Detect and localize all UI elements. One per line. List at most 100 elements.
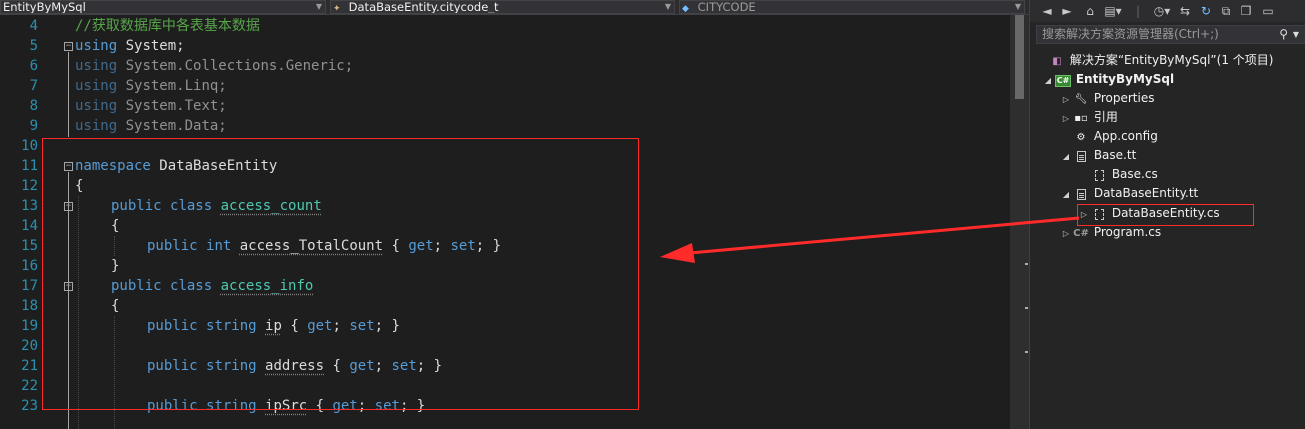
expanded-arrow-icon[interactable]: ◢ (1060, 185, 1072, 204)
references-icon: ▪▫ (1074, 113, 1088, 124)
code-line: using System.Text; (75, 96, 227, 116)
magnifier-icon[interactable]: ⚲ (1279, 26, 1288, 43)
tree-item-label: Base.cs (1111, 167, 1158, 181)
chevron-down-icon: ▼ (664, 2, 671, 11)
annotation-selection-box (1077, 204, 1254, 226)
tree-item-references[interactable]: ▷ ▪▫ 引用 (1060, 108, 1118, 127)
expanded-arrow-icon[interactable]: ◢ (1042, 71, 1054, 90)
scroll-marker (1025, 351, 1028, 353)
collapsed-arrow-icon[interactable]: ▷ (1060, 224, 1072, 243)
tree-item-base-cs[interactable]: Base.cs (1078, 165, 1158, 184)
namespace-ref: System.Text; (125, 98, 227, 114)
outline-line (68, 52, 69, 137)
pending-changes-filter-icon[interactable]: ◷▾ (1151, 3, 1173, 19)
line-number: 19 (21, 318, 38, 334)
line-number: 7 (29, 78, 38, 94)
line-number: 16 (21, 258, 38, 274)
keyword: using (75, 118, 118, 134)
forward-icon[interactable]: ► (1060, 3, 1074, 19)
line-number: 10 (21, 138, 38, 154)
line-number: 22 (21, 378, 38, 394)
code-line: using System.Linq; (75, 76, 227, 96)
line-number: 21 (21, 358, 38, 374)
code-comment: //获取数据库中各表基本数据 (75, 18, 260, 34)
scrollbar-thumb[interactable] (1015, 15, 1024, 99)
namespace-ref: System; (125, 38, 185, 54)
tree-item-properties[interactable]: ▷ 🔧︎ Properties (1060, 89, 1155, 109)
namespace-ref: System.Data; (125, 118, 227, 134)
field-icon: ◆ (682, 4, 689, 14)
tree-item-label: Properties (1093, 91, 1155, 105)
line-number: 11 (21, 158, 38, 174)
code-line: using System; (75, 36, 185, 56)
code-line: using System.Data; (75, 116, 227, 136)
expanded-arrow-icon[interactable]: ◢ (1060, 147, 1072, 166)
type-dropdown-label: DataBaseEntity.citycode_t (348, 0, 499, 14)
search-placeholder: 搜索解决方案资源管理器(Ctrl+;) (1042, 27, 1219, 41)
scroll-marker (1025, 263, 1028, 265)
line-number: 6 (29, 58, 38, 74)
collapse-region-icon[interactable]: − (64, 42, 73, 51)
line-number: 5 (29, 38, 38, 54)
namespace-ref: System.Linq; (125, 78, 227, 94)
class-icon: ✦ (333, 4, 341, 14)
collapse-all-icon[interactable]: ⧉ (1218, 3, 1234, 19)
template-file-icon (1072, 147, 1090, 166)
tree-item-label: Base.tt (1093, 148, 1137, 162)
solution-explorer-toolbar: ◄ ► ⌂ ▤▾ | ◷▾ ⇆ ↻ ⧉ ❐ ▭ (1030, 0, 1305, 22)
type-dropdown[interactable]: ✦ DataBaseEntity.citycode_t ▼ (330, 0, 675, 14)
tree-item-app-config[interactable]: ⚙ App.config (1060, 127, 1158, 146)
refresh-icon[interactable]: ↻ (1198, 3, 1214, 19)
wrench-icon: 🔧︎ (1074, 94, 1088, 105)
switch-views-icon[interactable]: ▤▾ (1103, 3, 1123, 19)
tree-item-label: Program.cs (1093, 225, 1162, 239)
tree-item-project[interactable]: ◢ C# EntityByMySql (1042, 70, 1174, 89)
tree-item-label: EntityByMySql (1075, 72, 1175, 86)
tree-item-database-entity-tt[interactable]: ◢ DataBaseEntity.tt (1060, 184, 1198, 203)
line-number: 15 (21, 238, 38, 254)
editor-vertical-scrollbar[interactable] (1010, 15, 1029, 429)
line-number: 8 (29, 98, 38, 114)
keyword: using (75, 98, 118, 114)
chevron-down-icon: ▼ (315, 2, 322, 11)
template-file-icon (1072, 185, 1090, 204)
chevron-down-icon: ▼ (1014, 2, 1021, 11)
keyword: using (75, 78, 118, 94)
separator-icon: | (1135, 4, 1141, 18)
csharp-project-icon: C# (1054, 75, 1072, 87)
chevron-down-icon[interactable]: ▼ (1293, 26, 1299, 43)
project-dropdown[interactable]: EntityByMySql ▼ (0, 0, 326, 14)
namespace-ref: System.Collections.Generic; (125, 58, 354, 74)
annotation-highlight-box (42, 138, 639, 410)
back-icon[interactable]: ◄ (1040, 3, 1054, 19)
project-dropdown-label: EntityByMySql (3, 0, 86, 14)
line-number: 4 (29, 18, 38, 34)
line-number: 14 (21, 218, 38, 234)
scroll-marker (1025, 307, 1028, 309)
properties-icon[interactable]: ▭ (1260, 3, 1276, 19)
line-number: 20 (21, 338, 38, 354)
code-line: //获取数据库中各表基本数据 (75, 16, 260, 36)
collapsed-arrow-icon[interactable]: ▷ (1060, 90, 1072, 109)
line-number: 23 (21, 398, 38, 414)
tree-item-solution[interactable]: ◧ 解决方案“EntityByMySql”(1 个项目) (1036, 51, 1273, 70)
tree-item-label: DataBaseEntity.tt (1093, 186, 1199, 200)
code-line: using System.Collections.Generic; (75, 56, 353, 76)
generated-file-icon (1090, 166, 1108, 185)
show-all-files-icon[interactable]: ❐ (1238, 3, 1254, 19)
tree-item-label: 引用 (1093, 110, 1118, 124)
member-dropdown[interactable]: ◆ CITYCODE ▼ (679, 0, 1025, 14)
collapsed-arrow-icon[interactable]: ▷ (1060, 109, 1072, 128)
tree-item-base-tt[interactable]: ◢ Base.tt (1060, 146, 1136, 165)
csharp-file-icon: C# (1073, 228, 1089, 239)
config-file-icon: ⚙ (1076, 132, 1086, 143)
line-number: 18 (21, 298, 38, 314)
member-dropdown-label: CITYCODE (697, 0, 756, 14)
sync-with-document-icon[interactable]: ⇆ (1177, 3, 1193, 19)
tree-item-label: App.config (1093, 129, 1158, 143)
solution-search-input[interactable]: 搜索解决方案资源管理器(Ctrl+;) ⚲ ▼ (1036, 25, 1305, 44)
line-number: 13 (21, 198, 38, 214)
keyword: using (75, 58, 118, 74)
home-icon[interactable]: ⌂ (1082, 3, 1098, 19)
tree-item-label: 解决方案“EntityByMySql”(1 个项目) (1069, 53, 1274, 67)
